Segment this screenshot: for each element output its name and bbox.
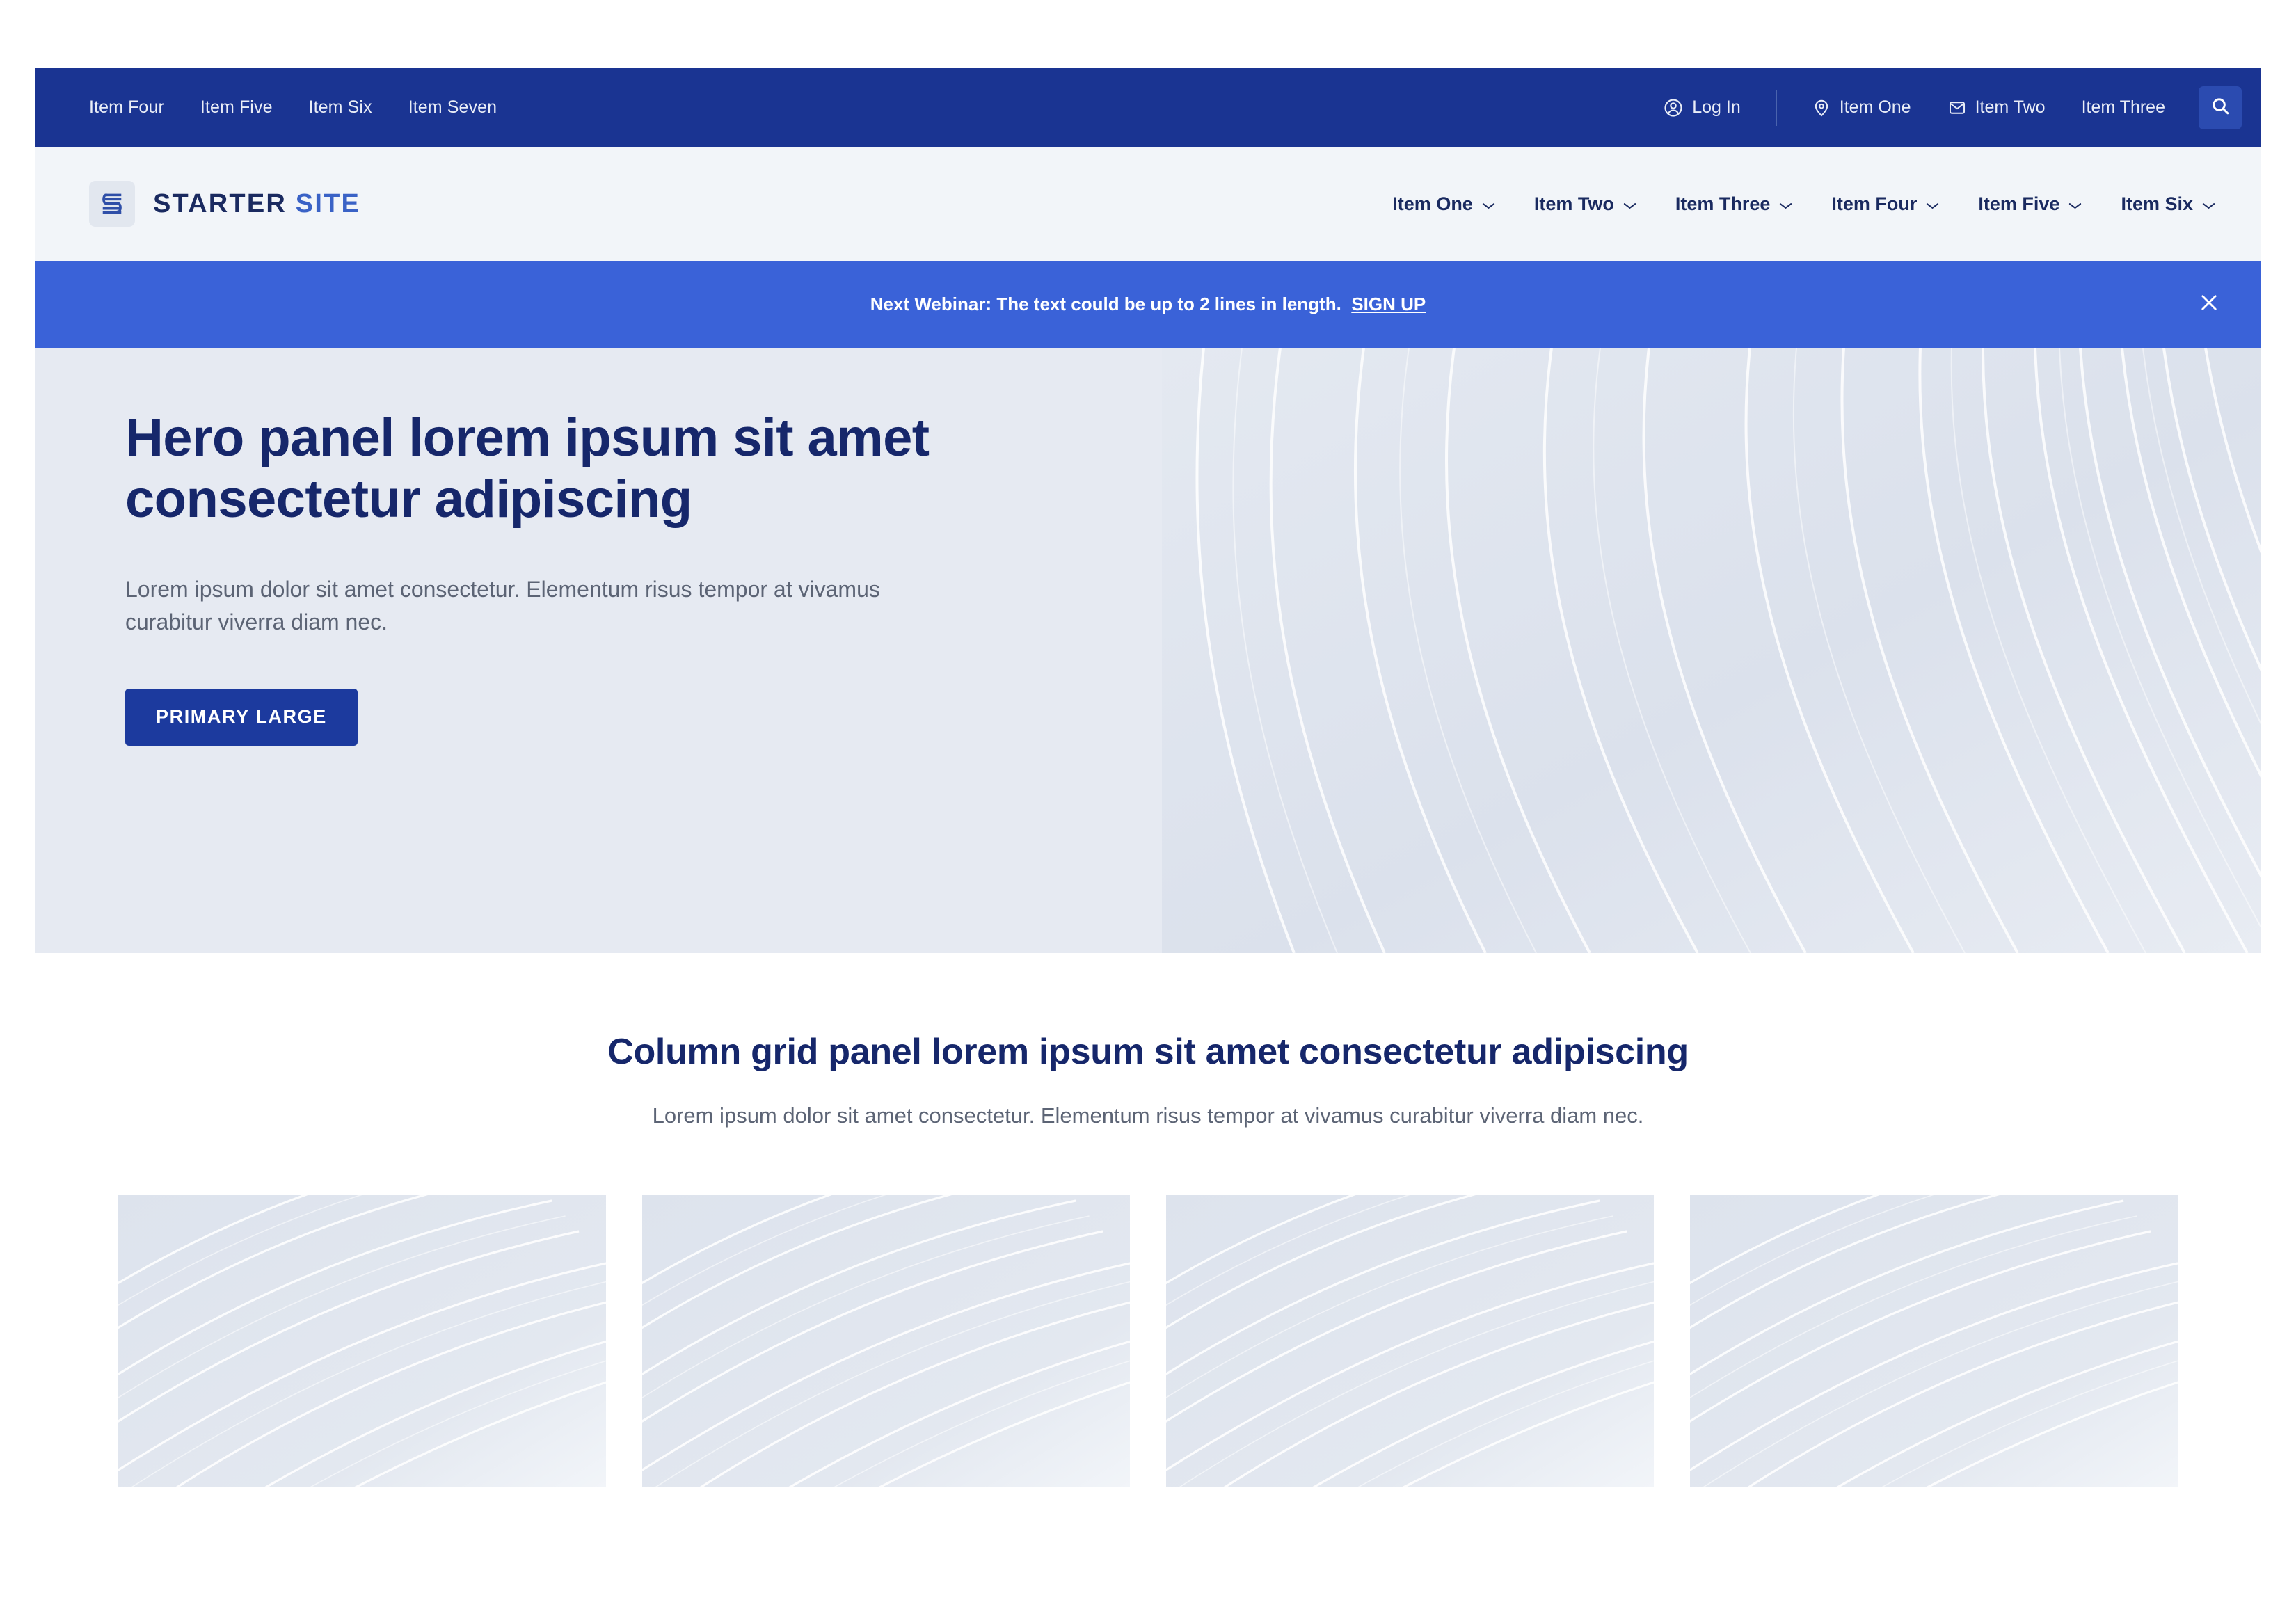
nav-item-two[interactable]: Item Two xyxy=(1515,193,1656,215)
hero-primary-button[interactable]: PRIMARY LARGE xyxy=(125,688,358,746)
nav-item-six[interactable]: Item Six xyxy=(2101,193,2235,215)
utility-item-one-label: Item One xyxy=(1839,97,1911,117)
grid-card[interactable] xyxy=(1690,1195,2178,1487)
utility-left-links: Item Four Item Five Item Six Item Seven xyxy=(89,97,497,118)
hero-copy: Hero panel lorem ipsum sit amet consecte… xyxy=(35,348,1162,953)
search-icon xyxy=(2210,95,2231,120)
wave-pattern-icon xyxy=(1162,348,2261,953)
brand-name-primary: STARTER xyxy=(153,189,287,218)
announcement-message: Next Webinar: The text could be up to 2 … xyxy=(870,294,1341,314)
announcement-signup-link[interactable]: SIGN UP xyxy=(1351,294,1426,314)
user-circle-icon xyxy=(1663,97,1684,118)
wave-pattern-icon xyxy=(1690,1195,2178,1487)
column-grid-cards xyxy=(35,1195,2261,1487)
nav-item-two-label: Item Two xyxy=(1533,193,1614,214)
chevron-down-icon xyxy=(2202,193,2215,215)
utility-link-item-three[interactable]: Item Three xyxy=(2064,97,2183,118)
utility-divider xyxy=(1775,89,1777,126)
utility-link-item-five[interactable]: Item Five xyxy=(200,97,273,118)
nav-item-five-label: Item Five xyxy=(1978,193,2060,214)
brand-name-secondary: SITE xyxy=(295,189,361,218)
utility-link-item-six[interactable]: Item Six xyxy=(309,97,372,118)
utility-right-links: Log In Item One Item Two Item Three xyxy=(1645,86,2242,129)
envelope-icon xyxy=(1947,98,1967,118)
wave-pattern-icon xyxy=(1166,1195,1654,1487)
site-header: STARTER SITE Item One Item Two Item Thre… xyxy=(35,147,2261,261)
login-label: Log In xyxy=(1692,97,1741,117)
brand-name: STARTER SITE xyxy=(153,189,360,219)
utility-bar: Item Four Item Five Item Six Item Seven … xyxy=(35,68,2261,147)
announcement-text: Next Webinar: The text could be up to 2 … xyxy=(870,294,1426,315)
nav-item-one-label: Item One xyxy=(1392,193,1473,214)
column-grid-subtitle: Lorem ipsum dolor sit amet consectetur. … xyxy=(652,1103,1644,1128)
brand-logo[interactable]: STARTER SITE xyxy=(89,181,360,227)
announcement-banner: Next Webinar: The text could be up to 2 … xyxy=(35,261,2261,348)
utility-link-item-four[interactable]: Item Four xyxy=(89,97,164,118)
search-button[interactable] xyxy=(2199,86,2242,129)
chevron-down-icon xyxy=(1482,193,1495,215)
grid-card[interactable] xyxy=(642,1195,1130,1487)
chevron-down-icon xyxy=(2068,193,2082,215)
nav-item-one[interactable]: Item One xyxy=(1373,193,1515,215)
grid-card[interactable] xyxy=(118,1195,606,1487)
hero-panel: Hero panel lorem ipsum sit amet consecte… xyxy=(35,348,2261,953)
hero-subtitle: Lorem ipsum dolor sit amet consectetur. … xyxy=(125,577,880,635)
nav-item-three[interactable]: Item Three xyxy=(1656,193,1812,215)
main-navigation: Item One Item Two Item Three Item Four I… xyxy=(1373,193,2235,215)
chevron-down-icon xyxy=(1926,193,1939,215)
map-pin-icon xyxy=(1812,98,1831,118)
nav-item-six-label: Item Six xyxy=(2121,193,2193,214)
nav-item-four[interactable]: Item Four xyxy=(1812,193,1959,215)
column-grid-panel: Column grid panel lorem ipsum sit amet c… xyxy=(35,953,2261,1487)
grid-card[interactable] xyxy=(1166,1195,1654,1487)
wave-pattern-icon xyxy=(642,1195,1130,1487)
close-icon xyxy=(2197,291,2221,318)
hero-title: Hero panel lorem ipsum sit amet consecte… xyxy=(125,408,930,529)
nav-item-four-label: Item Four xyxy=(1831,193,1918,214)
utility-link-item-two[interactable]: Item Two xyxy=(1929,97,2064,118)
hero-image xyxy=(1162,348,2261,953)
announcement-close-button[interactable] xyxy=(2193,289,2225,321)
wave-pattern-icon xyxy=(118,1195,606,1487)
nav-item-five[interactable]: Item Five xyxy=(1959,193,2101,215)
utility-item-three-label: Item Three xyxy=(2081,97,2165,117)
chevron-down-icon xyxy=(1779,193,1792,215)
utility-item-two-label: Item Two xyxy=(1975,97,2046,117)
chevron-down-icon xyxy=(1623,193,1636,215)
login-link[interactable]: Log In xyxy=(1645,97,1759,118)
column-grid-title: Column grid panel lorem ipsum sit amet c… xyxy=(607,1032,1689,1072)
website-page: Item Four Item Five Item Six Item Seven … xyxy=(35,68,2261,1557)
utility-link-item-one[interactable]: Item One xyxy=(1794,97,1929,118)
s-logo-icon xyxy=(89,181,135,227)
utility-link-item-seven[interactable]: Item Seven xyxy=(408,97,497,118)
nav-item-three-label: Item Three xyxy=(1675,193,1771,214)
